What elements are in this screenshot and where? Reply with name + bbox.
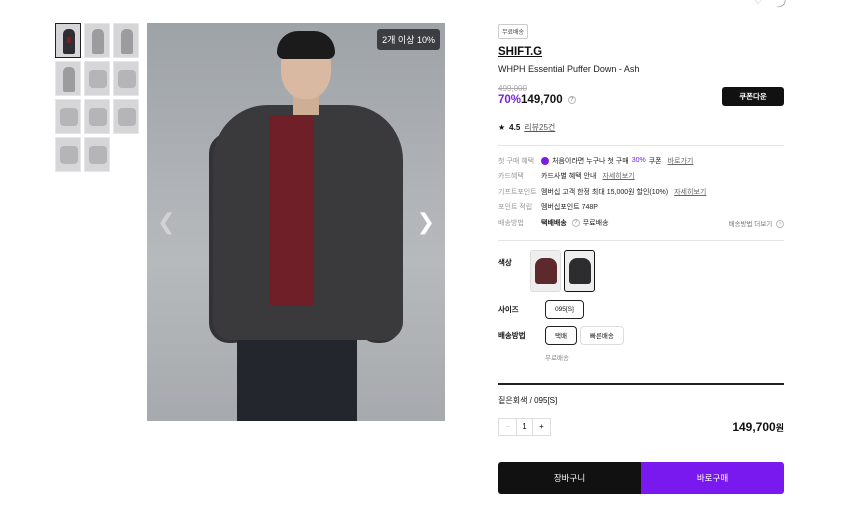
delivery-more-link[interactable]: 배송방법 더보기 › [729,218,784,228]
share-icon[interactable]: ⤴ [777,0,788,10]
star-icon: ★ [498,123,506,132]
quantity-value: 1 [516,418,533,435]
thumbnail[interactable] [113,61,139,96]
rating: ★ 4.5 리뷰25건 [498,122,784,133]
purchase-actions: 장바구니 바로구매 [498,461,784,494]
shipping-chip-fast[interactable]: 빠른배송 [579,325,624,345]
card-detail-link[interactable]: 자세히보기 [602,171,634,181]
color-option: 색상 [498,249,784,292]
thumbnail[interactable] [84,137,110,172]
discount-badge: 2개 이상 10% [377,29,440,50]
total-price: 149,700원 [732,419,784,434]
thumbnail[interactable] [55,99,81,134]
thumbnail[interactable] [84,23,110,58]
thumbnail[interactable] [84,61,110,96]
shipping-note: 무료배송 [545,354,569,362]
free-shipping-tag: 무료배송 [498,24,529,39]
benefit-row: 카드혜택 카드사별 혜택 안내 자세히보기 [498,171,635,181]
quantity-stepper: − 1 + [498,417,551,436]
product-main-image: 2개 이상 10% ❮ ❯ [147,23,445,421]
size-label: 사이즈 [498,304,519,314]
sale-price: 149,700 [521,94,563,106]
benefit-row: 배송방법 택배배송 ? 무료배송 배송방법 더보기 › [498,215,784,231]
benefit-list: 첫 구매 혜택 처음이라면 누구나 첫 구매 30% 쿠폰 바로가기 카드혜택 … [498,153,784,231]
model-hair [277,31,335,59]
price: 70%149,700 ? [498,94,576,106]
rating-value: 4.5 [509,123,521,132]
shipping-option: 배송방법 택배 빠른배송 [498,325,784,345]
help-icon[interactable]: ? [567,95,576,104]
selected-option-label: 짙은회색 / 095[S] [498,395,558,405]
pants [237,328,357,421]
sweater [269,115,313,305]
thumbnail[interactable] [113,23,139,58]
benefit-row: 첫 구매 혜택 처음이라면 누구나 첫 구매 30% 쿠폰 바로가기 [498,156,694,166]
product-info-panel: 무료배송 SHIFT.G WHPH Essential Puffer Down … [498,21,784,494]
size-option: 사이즈 095[S] [498,299,784,319]
benefit-row: 기프트포인트 멤버십 고객 한정 최대 15,000원 할인(10%) 자세히보… [498,187,707,197]
coupon-download-button[interactable]: 쿠폰다운 [722,86,784,106]
thumbnail[interactable] [113,99,139,134]
thumbnail[interactable] [55,61,81,96]
product-name: WHPH Essential Puffer Down - Ash [498,64,640,74]
top-icons: ♡ ⤴ [753,0,788,10]
thumbnail[interactable] [55,23,81,58]
heart-icon[interactable]: ♡ [753,0,763,10]
help-icon[interactable]: ? [571,218,580,227]
chevron-right-circle-icon: › [776,219,784,228]
thumbnail[interactable] [84,99,110,134]
review-link[interactable]: 리뷰25건 [524,122,555,133]
color-swatch-charcoal[interactable] [563,249,595,292]
color-label: 색상 [498,257,512,267]
add-to-cart-button[interactable]: 장바구니 [498,461,641,494]
brand-link[interactable]: SHIFT.G [498,46,784,58]
coupon-icon [541,156,549,165]
discount-rate: 70% [498,94,522,106]
thumbnail[interactable] [55,137,81,172]
chevron-left-icon[interactable]: ❮ [157,209,175,235]
benefit-row: 포인트 적립 멤버십포인트 748P [498,204,598,212]
first-purchase-link[interactable]: 바로가기 [668,156,694,166]
buy-now-button[interactable]: 바로구매 [641,461,784,494]
thumbnail-grid [55,23,139,172]
minus-icon[interactable]: − [499,419,516,435]
plus-icon[interactable]: + [533,419,550,435]
color-swatch-burgundy[interactable] [529,249,561,292]
shipping-label: 배송방법 [498,330,526,340]
size-chip[interactable]: 095[S] [545,299,584,319]
shipping-chip-parcel[interactable]: 택배 [545,325,577,345]
chevron-right-icon[interactable]: ❯ [417,209,435,235]
gift-point-detail-link[interactable]: 자세히보기 [674,187,706,197]
